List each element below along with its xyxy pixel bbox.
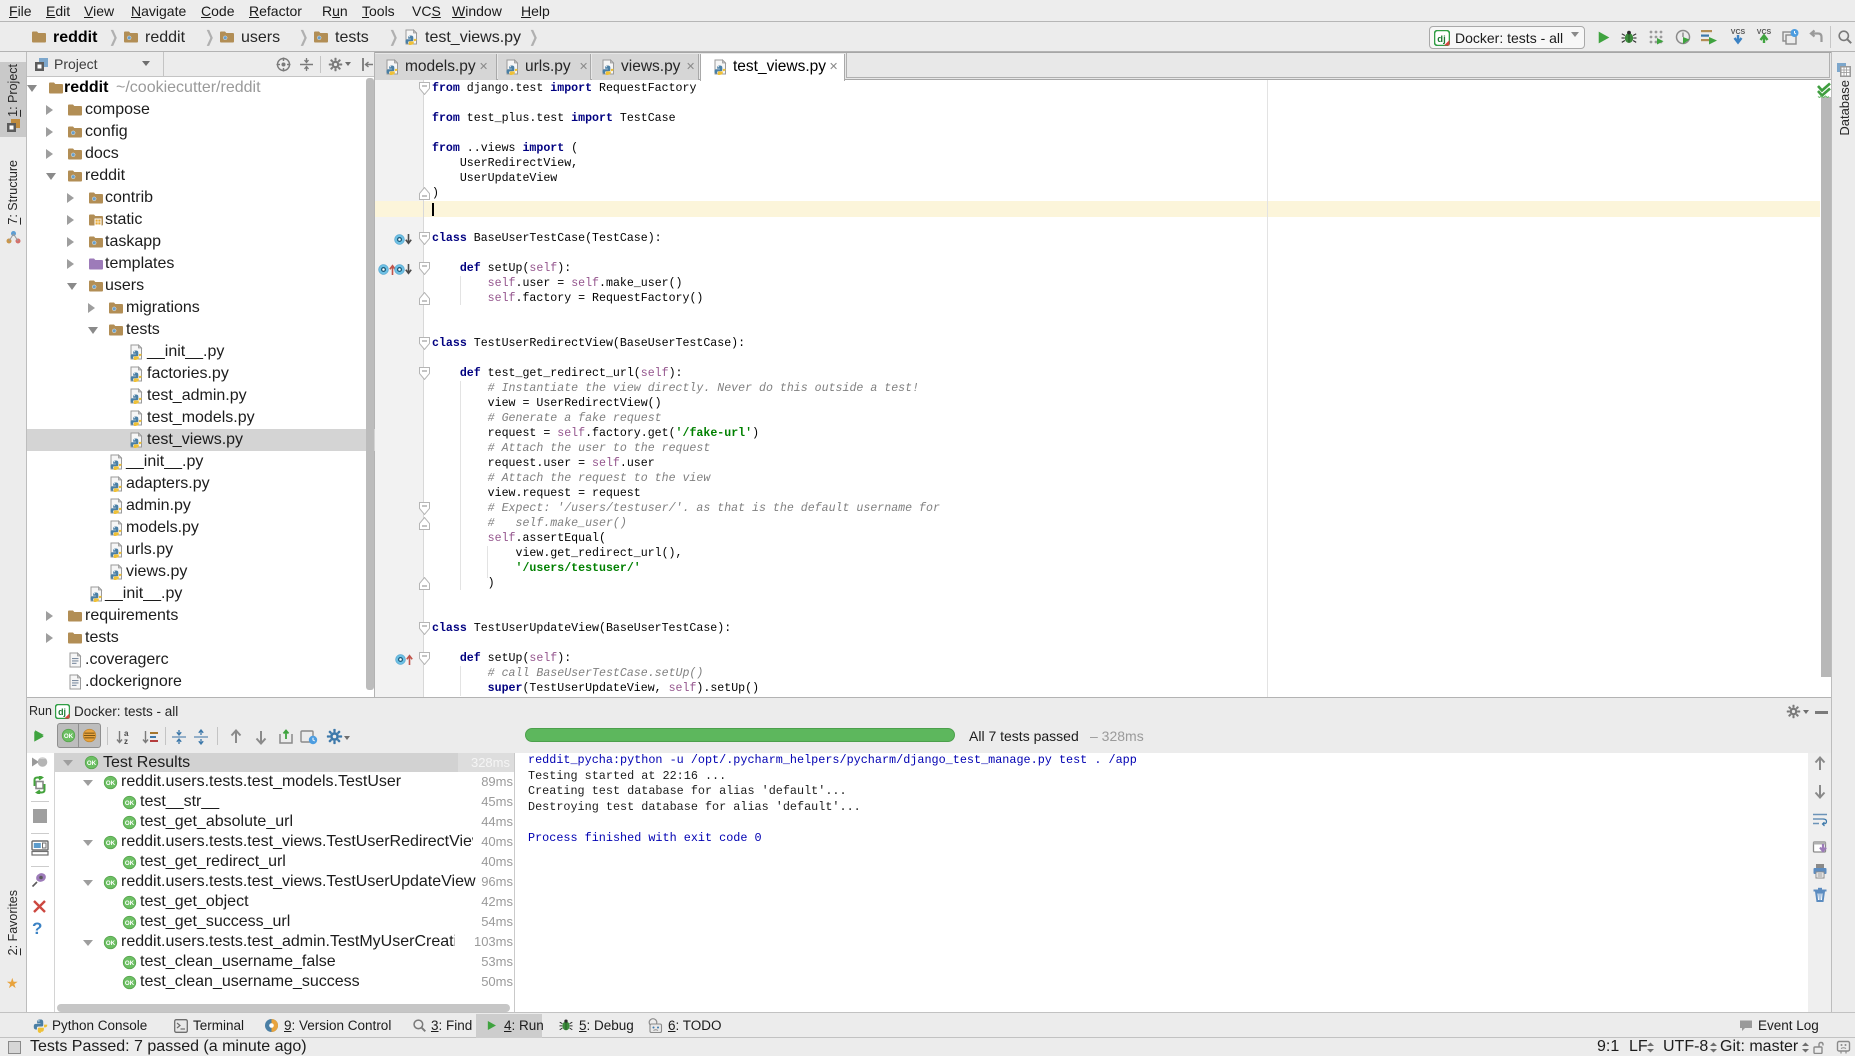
svg-text:z: z [124, 737, 128, 746]
svg-text:VCS: VCS [1731, 29, 1746, 36]
